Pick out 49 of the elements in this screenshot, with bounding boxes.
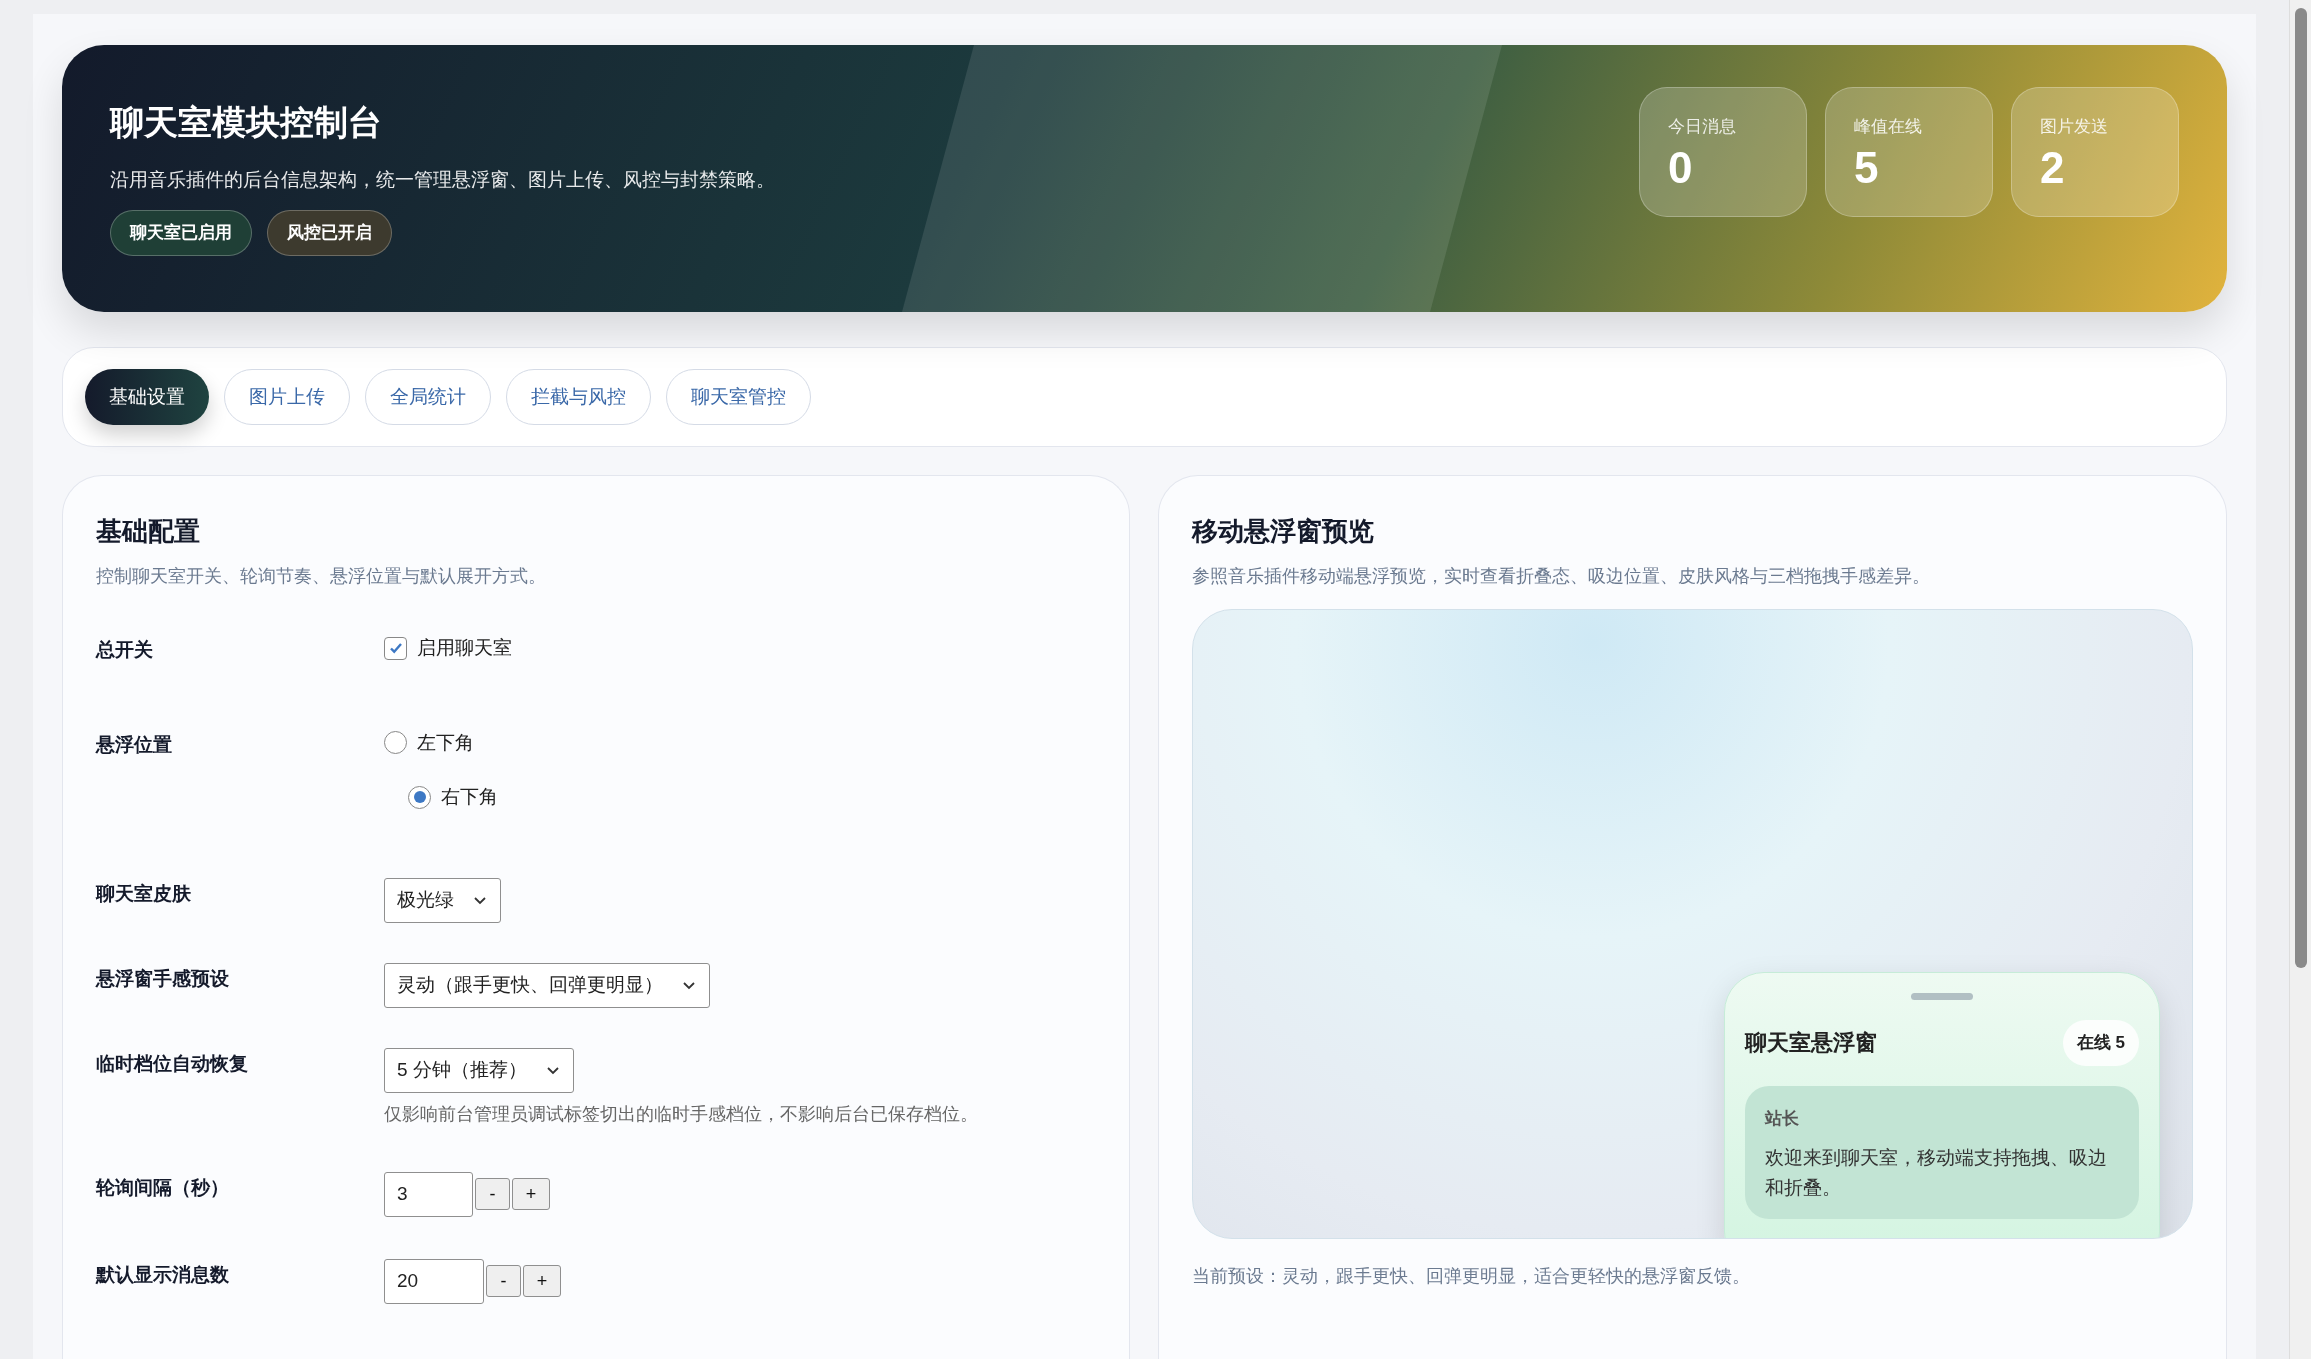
stat-label: 今日消息 bbox=[1668, 116, 1737, 138]
stat-value: 5 bbox=[1854, 145, 1880, 190]
field-label: 总开关 bbox=[96, 638, 154, 662]
radio-label: 右下角 bbox=[441, 785, 498, 809]
checkbox-label: 启用聊天室 bbox=[417, 636, 512, 660]
online-count-badge: 在线 5 bbox=[2062, 1020, 2139, 1066]
field-label: 默认显示消息数 bbox=[96, 1262, 230, 1287]
number-input[interactable]: 20 bbox=[384, 1258, 484, 1304]
increment-button[interactable]: + bbox=[523, 1265, 561, 1297]
floating-window-title: 聊天室悬浮窗 bbox=[1745, 1029, 1877, 1058]
tab[interactable]: 聊天室管控 bbox=[666, 369, 811, 425]
message-author: 站长 bbox=[1765, 1107, 1800, 1130]
tab[interactable]: 图片上传 bbox=[224, 369, 350, 425]
checkbox[interactable] bbox=[384, 636, 407, 660]
decrement-button[interactable]: - bbox=[475, 1178, 510, 1210]
banner-title: 聊天室模块控制台 bbox=[110, 102, 383, 143]
dropdown[interactable]: 5 分钟（推荐） bbox=[384, 1047, 574, 1093]
stat-value: 2 bbox=[2040, 145, 2066, 190]
field-label: 悬浮位置 bbox=[96, 732, 173, 757]
scrollbar-thumb[interactable] bbox=[2294, 8, 2307, 968]
panel-title: 移动悬浮窗预览 bbox=[1192, 515, 1375, 548]
status-pill: 聊天室已启用 bbox=[110, 210, 252, 256]
stat-label: 图片发送 bbox=[2040, 116, 2109, 138]
panel-description: 控制聊天室开关、轮询节奏、悬浮位置与默认展开方式。 bbox=[96, 565, 547, 588]
dropdown[interactable]: 灵动（跟手更快、回弹更明显） bbox=[384, 962, 710, 1008]
field-label: 临时档位自动恢复 bbox=[96, 1051, 249, 1076]
radio-button[interactable] bbox=[408, 785, 431, 809]
radio-label: 左下角 bbox=[417, 730, 474, 755]
tab[interactable]: 基础设置 bbox=[85, 369, 209, 425]
status-pill: 风控已开启 bbox=[267, 210, 392, 256]
number-input[interactable]: 3 bbox=[384, 1171, 473, 1217]
dropdown[interactable]: 极光绿 bbox=[384, 877, 501, 923]
message-text: 欢迎来到聊天室，移动端支持拖拽、吸边和折叠。 bbox=[1765, 1146, 2108, 1200]
tab[interactable]: 全局统计 bbox=[365, 369, 491, 425]
panel-description: 参照音乐插件移动端悬浮预览，实时查看折叠态、吸边位置、皮肤风格与三档拖拽手感差异。 bbox=[1192, 565, 1931, 588]
stat-label: 峰值在线 bbox=[1854, 116, 1923, 138]
panel-title: 基础配置 bbox=[96, 515, 201, 548]
field-label: 聊天室皮肤 bbox=[96, 881, 192, 906]
banner-subtitle: 沿用音乐插件的后台信息架构，统一管理悬浮窗、图片上传、风控与封禁策略。 bbox=[110, 167, 775, 192]
field-label: 轮询间隔（秒） bbox=[96, 1175, 230, 1200]
stat-value: 0 bbox=[1668, 145, 1694, 190]
field-label: 悬浮窗手感预设 bbox=[96, 966, 230, 991]
help-text: 仅影响前台管理员调试标签切出的临时手感档位，不影响后台已保存档位。 bbox=[384, 1102, 978, 1126]
decrement-button[interactable]: - bbox=[486, 1265, 521, 1297]
drag-handle[interactable] bbox=[1911, 993, 1973, 1000]
radio-button[interactable] bbox=[384, 731, 407, 755]
increment-button[interactable]: + bbox=[512, 1178, 550, 1210]
preset-note: 当前预设：灵动，跟手更快、回弹更明显，适合更轻快的悬浮窗反馈。 bbox=[1192, 1265, 1751, 1288]
tab[interactable]: 拦截与风控 bbox=[506, 369, 651, 425]
